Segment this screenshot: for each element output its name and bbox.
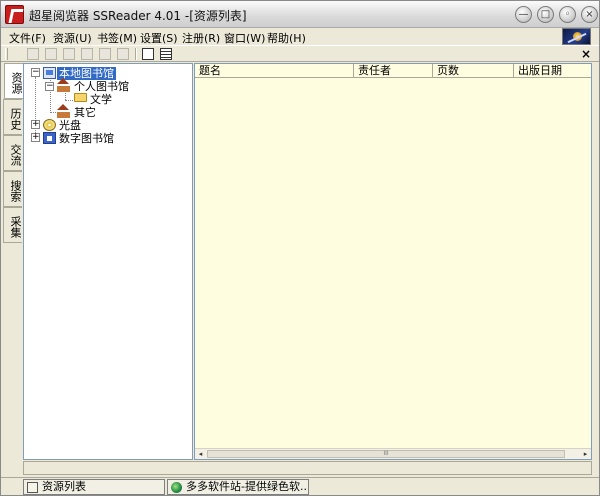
digital-library-icon xyxy=(43,132,56,144)
tree-label: 其它 xyxy=(74,106,96,119)
minimize-button[interactable]: — xyxy=(515,6,532,23)
main-window: 超星阅览器 SSReader 4.01 -[资源列表] — □ ◦ × 文件(F… xyxy=(0,0,600,496)
title-bar[interactable]: 超星阅览器 SSReader 4.01 -[资源列表] — □ ◦ × xyxy=(1,1,599,28)
collapse-icon[interactable]: − xyxy=(45,82,54,91)
tree-item-disc[interactable]: 光盘 xyxy=(57,119,83,132)
list-window-icon xyxy=(27,482,38,493)
tree-label: 文学 xyxy=(90,93,112,106)
scroll-left-button[interactable]: ◂ xyxy=(195,449,206,459)
open-icon[interactable] xyxy=(45,48,57,60)
window-title: 超星阅览器 SSReader 4.01 -[资源列表] xyxy=(29,9,247,23)
close-button[interactable]: × xyxy=(581,6,598,23)
column-header-title[interactable]: 题名 xyxy=(195,64,354,78)
tab-collect[interactable]: 采集 xyxy=(3,207,22,243)
task-web-page[interactable]: 多多软件站-提供绿色软... xyxy=(167,479,309,495)
tab-resource[interactable]: 资源 xyxy=(4,63,23,99)
tab-history[interactable]: 历史 xyxy=(3,99,22,135)
expand-icon[interactable]: + xyxy=(31,133,40,142)
ssreader-logo-icon xyxy=(562,28,591,45)
globe-icon xyxy=(171,482,182,493)
cut-icon[interactable] xyxy=(81,48,93,60)
resource-list: 题名 责任者 页数 出版日期 ◂ III ▸ xyxy=(194,63,592,460)
menu-bookmark[interactable]: 书签(M) xyxy=(97,30,137,46)
toolbar: × xyxy=(1,45,599,62)
new-icon[interactable] xyxy=(27,48,39,60)
paste-icon[interactable] xyxy=(99,48,111,60)
tree-label: 个人图书馆 xyxy=(74,80,129,93)
menu-window[interactable]: 窗口(W) xyxy=(224,30,265,46)
expand-icon[interactable]: + xyxy=(31,120,40,129)
menu-file[interactable]: 文件(F) xyxy=(9,30,46,46)
scroll-right-button[interactable]: ▸ xyxy=(580,449,591,459)
tree-item-digital-library[interactable]: 数字图书馆 xyxy=(57,132,116,145)
tree-item-literature[interactable]: 文学 xyxy=(88,93,114,106)
menu-help[interactable]: 帮助(H) xyxy=(267,30,306,46)
copy-icon[interactable] xyxy=(63,48,75,60)
menu-register[interactable]: 注册(R) xyxy=(182,30,220,46)
resource-tree: − 本地图书馆 − 个人图书馆 文学 其它 + 光盘 + 数字图书馆 xyxy=(23,63,193,460)
collapse-icon[interactable]: − xyxy=(31,68,40,77)
task-resource-list[interactable]: 资源列表 xyxy=(23,479,165,495)
local-library-icon xyxy=(43,67,56,79)
properties-icon[interactable] xyxy=(142,48,154,60)
tree-item-personal-library[interactable]: 个人图书馆 xyxy=(72,80,131,93)
tab-exchange[interactable]: 交流 xyxy=(3,135,22,171)
status-bar xyxy=(23,461,592,475)
toolbar-separator xyxy=(135,48,137,60)
scroll-thumb[interactable]: III xyxy=(207,450,565,458)
restore-button[interactable]: ◦ xyxy=(559,6,576,23)
tab-search[interactable]: 搜索 xyxy=(3,171,22,207)
menu-settings[interactable]: 设置(S) xyxy=(140,30,178,46)
toolbar-grip[interactable] xyxy=(5,48,8,60)
tree-line xyxy=(65,100,73,101)
menu-resource[interactable]: 资源(U) xyxy=(53,30,92,46)
tree-label: 光盘 xyxy=(59,119,81,132)
house-icon xyxy=(57,78,70,92)
toolbar-close-icon[interactable]: × xyxy=(581,47,591,61)
delete-icon[interactable] xyxy=(117,48,129,60)
tree-label: 数字图书馆 xyxy=(59,132,114,145)
disc-icon xyxy=(43,119,56,131)
column-header-author[interactable]: 责任者 xyxy=(354,64,433,78)
column-header-publish-date[interactable]: 出版日期 xyxy=(514,64,591,78)
house-icon xyxy=(57,104,70,118)
horizontal-scrollbar[interactable]: ◂ III ▸ xyxy=(195,448,591,459)
view-list-icon[interactable] xyxy=(160,48,172,60)
tree-item-other[interactable]: 其它 xyxy=(72,106,98,119)
side-tabs: 资源 历史 交流 搜索 采集 xyxy=(3,63,23,453)
ssreader-app-icon[interactable] xyxy=(5,5,24,24)
maximize-button[interactable]: □ xyxy=(537,6,554,23)
menu-bar: 文件(F) 资源(U) 书签(M) 设置(S) 注册(R) 窗口(W) 帮助(H… xyxy=(1,28,599,45)
column-header-pages[interactable]: 页数 xyxy=(433,64,514,78)
folder-icon xyxy=(74,93,87,102)
window-taskbar: 资源列表 多多软件站-提供绿色软... xyxy=(1,477,599,495)
